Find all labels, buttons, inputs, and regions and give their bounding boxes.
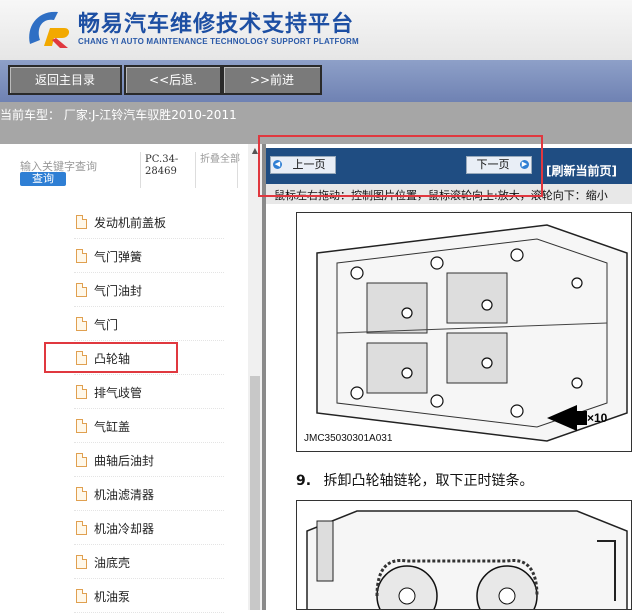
tree-item[interactable]: 油底壳 [74, 545, 224, 579]
search-button[interactable]: 查询 [20, 172, 66, 186]
tree-item[interactable]: 气门 [74, 307, 224, 341]
tree-item-label: 曲轴后油封 [94, 454, 155, 468]
cylinder-head-illustration [297, 213, 631, 451]
figure-code: JMC35030301A031 [304, 433, 393, 444]
home-button[interactable]: 返回主目录 [8, 65, 122, 95]
panel-divider[interactable] [262, 144, 266, 610]
back-button[interactable]: <<后退. [124, 65, 222, 95]
step-description: 拆卸凸轮轴链轮，取下正时链条。 [323, 473, 534, 489]
document-icon [76, 419, 87, 433]
highlight-box [44, 342, 178, 373]
engine-diagram[interactable]: ×10 [296, 212, 632, 452]
fold-all-link[interactable]: 折叠全部 [200, 154, 240, 166]
divider [195, 152, 196, 188]
tree-item-label: 气缸盖 [94, 420, 131, 434]
step-number: 9. [296, 473, 312, 489]
code-text: PC.34-28469 [145, 154, 179, 177]
app-header: 畅易汽车维修技术支持平台 CHANG YI AUTO MAINTENANCE T… [0, 0, 632, 60]
app-title: 畅易汽车维修技术支持平台 [78, 12, 355, 37]
tree-item[interactable]: 曲轴后油封 [74, 443, 224, 477]
document-icon [76, 487, 87, 501]
document-icon [76, 317, 87, 331]
tree-item[interactable]: 气门油封 [74, 273, 224, 307]
scroll-thumb[interactable] [250, 376, 260, 610]
tree-item[interactable]: 机油滤清器 [74, 477, 224, 511]
refresh-link[interactable]: [刷新当前页] [546, 162, 617, 179]
app-subtitle: CHANG YI AUTO MAINTENANCE TECHNOLOGY SUP… [78, 37, 359, 46]
tree-item-label: 机油冷却器 [94, 522, 155, 536]
current-model-text: 当前车型： 厂家:J-江铃汽车驭胜2010-2011 [0, 108, 237, 122]
timing-chain-illustration [306, 510, 628, 609]
tree-item-label: 气门油封 [94, 284, 143, 298]
document-icon [76, 521, 87, 535]
tree-item-label: 机油泵 [94, 590, 131, 604]
tree-item-label: 排气歧管 [94, 386, 143, 400]
step-text: 9. 拆卸凸轮轴链轮，取下正时链条。 [296, 470, 534, 490]
tree-item[interactable]: 发动机前盖板 [74, 205, 224, 239]
document-icon [76, 283, 87, 297]
document-icon [76, 453, 87, 467]
tree-item-label: 油底壳 [94, 556, 131, 570]
timing-chain-diagram[interactable] [296, 500, 632, 610]
tree-item[interactable]: 机油泵 [74, 579, 224, 613]
callout-label: ×10 [587, 411, 608, 425]
tree-item[interactable]: 气门弹簧 [74, 239, 224, 273]
document-icon [76, 555, 87, 569]
nav-highlight-box [258, 135, 543, 197]
left-scrollbar[interactable]: ▲ [248, 144, 262, 610]
toolbar: 返回主目录 <<后退. >>前进 [0, 60, 632, 102]
divider [237, 152, 238, 188]
tree-item[interactable]: 气缸盖 [74, 409, 224, 443]
document-icon [76, 249, 87, 263]
forward-button[interactable]: >>前进 [222, 65, 322, 95]
document-icon [76, 215, 87, 229]
tree-item[interactable]: 排气歧管 [74, 375, 224, 409]
tree-item[interactable]: 机油冷却器 [74, 511, 224, 545]
tree-item-label: 发动机前盖板 [94, 216, 167, 230]
tree-item-label: 机油滤清器 [94, 488, 155, 502]
divider [140, 152, 141, 188]
logo-icon [29, 11, 70, 48]
document-icon [76, 589, 87, 603]
document-icon [76, 385, 87, 399]
tree-item-label: 气门 [94, 318, 119, 332]
tree-item-label: 气门弹簧 [94, 250, 143, 264]
